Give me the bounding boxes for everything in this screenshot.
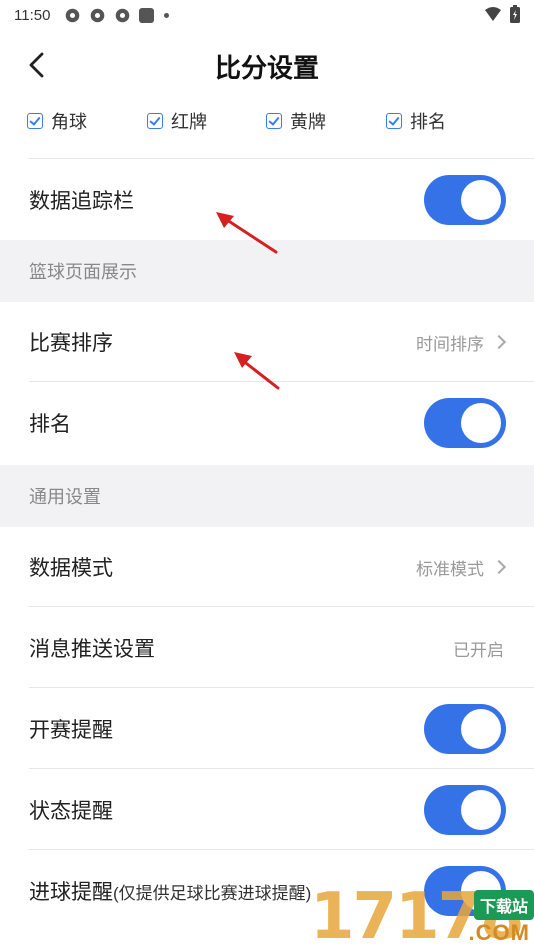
checkbox-label: 红牌	[171, 112, 207, 132]
setting-row-data-mode[interactable]: 数据模式 标准模式	[0, 527, 534, 607]
setting-label: 消息推送设置	[29, 638, 155, 661]
checkbox-checked-icon	[266, 113, 282, 129]
checkbox-ranking[interactable]: 排名	[386, 108, 446, 134]
app-notification-icon	[116, 8, 130, 22]
divider	[29, 768, 534, 769]
app-notification-icon	[139, 7, 155, 23]
status-bar: 11:50	[0, 0, 534, 30]
more-notifications-icon	[164, 12, 170, 18]
divider	[29, 158, 534, 159]
goal-reminder-label: 进球提醒	[29, 881, 113, 904]
checkbox-checked-icon	[147, 113, 163, 129]
setting-row-push-settings[interactable]: 消息推送设置 已开启	[0, 608, 534, 688]
chevron-right-icon	[491, 334, 507, 350]
setting-label: 进球提醒(仅提供足球比赛进球提醒)	[29, 876, 311, 906]
data-tracker-toggle[interactable]	[424, 175, 506, 225]
setting-value: 标准模式	[416, 555, 507, 580]
checkbox-label: 黄牌	[290, 112, 326, 132]
setting-label: 状态提醒	[29, 800, 113, 823]
data-mode-value: 标准模式	[416, 559, 484, 579]
checkbox-corner[interactable]: 角球	[27, 108, 87, 134]
goal-reminder-note: (仅提供足球比赛进球提醒)	[113, 884, 312, 903]
nav-bar: 比分设置	[0, 36, 534, 94]
match-sort-value: 时间排序	[416, 334, 484, 354]
setting-value: 已开启	[453, 636, 504, 661]
toggle-knob	[461, 709, 501, 749]
filter-checkboxes: 角球 红牌 黄牌 排名	[0, 108, 534, 136]
setting-row-kickoff-reminder: 开赛提醒	[0, 689, 534, 769]
divider	[29, 849, 534, 850]
checkbox-checked-icon	[386, 113, 402, 129]
toggle-knob	[461, 180, 501, 220]
annotation-arrow-icon	[234, 352, 280, 390]
checkbox-yellow-card[interactable]: 黄牌	[266, 108, 326, 134]
toggle-knob	[461, 790, 501, 830]
page-title: 比分设置	[214, 53, 319, 83]
kickoff-reminder-toggle[interactable]	[424, 704, 506, 754]
app-notification-icon	[91, 8, 105, 22]
chevron-right-icon	[491, 559, 507, 575]
checkbox-checked-icon	[27, 113, 43, 129]
battery-icon	[510, 5, 520, 23]
push-settings-value: 已开启	[453, 640, 504, 660]
divider	[29, 687, 534, 688]
annotation-arrow-icon	[216, 212, 278, 254]
status-time: 11:50	[14, 6, 51, 24]
checkbox-label: 角球	[51, 112, 87, 132]
setting-label: 开赛提醒	[29, 719, 113, 742]
watermark-badge: 下载站	[473, 890, 534, 920]
section-header-general: 通用设置	[0, 465, 534, 527]
watermark-domain: .COM	[468, 920, 530, 945]
setting-row-ranking: 排名	[0, 383, 534, 463]
setting-label: 数据追踪栏	[29, 190, 134, 213]
checkbox-label: 排名	[410, 112, 446, 132]
setting-label: 排名	[29, 413, 71, 436]
ranking-toggle[interactable]	[424, 398, 506, 448]
app-notification-icon	[66, 8, 80, 22]
setting-label: 比赛排序	[29, 332, 113, 355]
status-reminder-toggle[interactable]	[424, 785, 506, 835]
setting-row-status-reminder: 状态提醒	[0, 770, 534, 850]
checkbox-red-card[interactable]: 红牌	[147, 108, 207, 134]
toggle-knob	[461, 403, 501, 443]
site-watermark-logo: 17178 下载站 .COM	[308, 880, 534, 950]
setting-value: 时间排序	[416, 330, 507, 355]
setting-label: 数据模式	[29, 557, 113, 580]
divider	[29, 606, 534, 607]
wifi-icon	[485, 7, 501, 21]
